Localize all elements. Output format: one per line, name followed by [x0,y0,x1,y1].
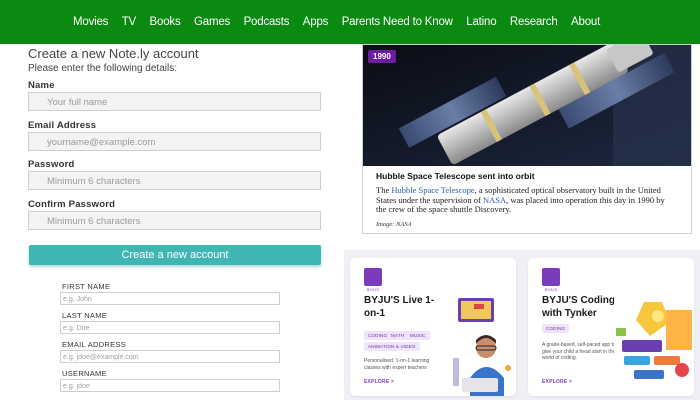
byju-live-card[interactable]: BYJU'S BYJU'S Live 1-on-1 CODING MATH MU… [350,258,516,396]
name-label: Name [28,80,55,91]
card-title: BYJU'S Live 1-on-1 [364,295,435,319]
promo-panel: BYJU'S BYJU'S Live 1-on-1 CODING MATH MU… [344,250,700,400]
explore-link[interactable]: EXPLORE > [364,379,394,385]
password-label: Password [28,159,75,170]
logo-text: BYJU'S [545,288,557,292]
hubble-photo [363,45,691,166]
byju-logo-icon: BYJU'S [542,268,560,292]
byju-logo-icon: BYJU'S [364,268,382,292]
tag-music: MUSIC [406,331,430,340]
password-input[interactable]: Minimum 6 characters [28,171,321,190]
create-account-button[interactable]: Create a new account [29,245,321,265]
email-address-input[interactable]: e.g. jdoe@example.com [60,350,280,363]
nav-books[interactable]: Books [150,16,181,28]
hubble-link[interactable]: Hubble Space Telescope [391,185,474,195]
card-description: Personalised, 1-on-1 learning classes wi… [364,358,430,371]
confirm-password-label: Confirm Password [28,199,116,210]
signup-heading: Create a new Note.ly account [28,46,199,61]
year-badge: 1990 [368,50,396,63]
news-card: 1990 Hubble Space Telescope sent into or… [362,44,692,234]
signup-form: Create a new Note.ly account Please ente… [28,46,328,265]
email-label: Email Address [28,120,97,131]
last-name-input[interactable]: e.g. Doe [60,321,280,334]
coding-illustration [614,296,694,386]
name-input[interactable]: Your full name [28,92,321,111]
explore-link[interactable]: EXPLORE > [542,379,572,385]
student-illustration [453,298,511,396]
nav-podcasts[interactable]: Podcasts [244,16,290,28]
first-name-label: FIRST NAME [62,282,111,291]
username-input[interactable]: e.g. jdoe [60,379,280,392]
signup-subheading: Please enter the following details: [28,63,177,74]
nav-about[interactable]: About [571,16,600,28]
nav-movies[interactable]: Movies [73,16,108,28]
nav-latino[interactable]: Latino [466,16,496,28]
image-credit: Image: NASA [376,221,412,228]
top-nav: Movies TV Books Games Podcasts Apps Pare… [0,0,700,44]
byju-coding-card[interactable]: BYJU'S BYJU'S Coding with Tynker CODING … [528,258,694,396]
news-body: The Hubble Space Telescope, a sophistica… [376,185,676,215]
news-title[interactable]: Hubble Space Telescope sent into orbit [376,171,535,181]
nasa-link[interactable]: NASA [483,195,506,205]
tag-animation: ANIMATION & VIDEO [364,342,420,351]
nav-research[interactable]: Research [510,16,558,28]
confirm-password-input[interactable]: Minimum 6 characters [28,211,321,230]
first-name-input[interactable]: e.g. John [60,292,280,305]
email-address-label: EMAIL ADDRESS [62,340,127,349]
logo-text: BYJU'S [367,288,379,292]
tag-coding: CODING [542,324,570,333]
news-body-text: The [376,185,392,195]
email-input[interactable]: yourname@example.com [28,132,321,151]
nav-games[interactable]: Games [194,16,230,28]
nav-apps[interactable]: Apps [303,16,329,28]
card-description: A grade-based, self-paced app to give yo… [542,342,616,361]
last-name-label: LAST NAME [62,311,108,320]
nav-parents-need-to-know[interactable]: Parents Need to Know [342,16,453,28]
username-label: USERNAME [62,369,107,378]
nav-tv[interactable]: TV [122,16,137,28]
